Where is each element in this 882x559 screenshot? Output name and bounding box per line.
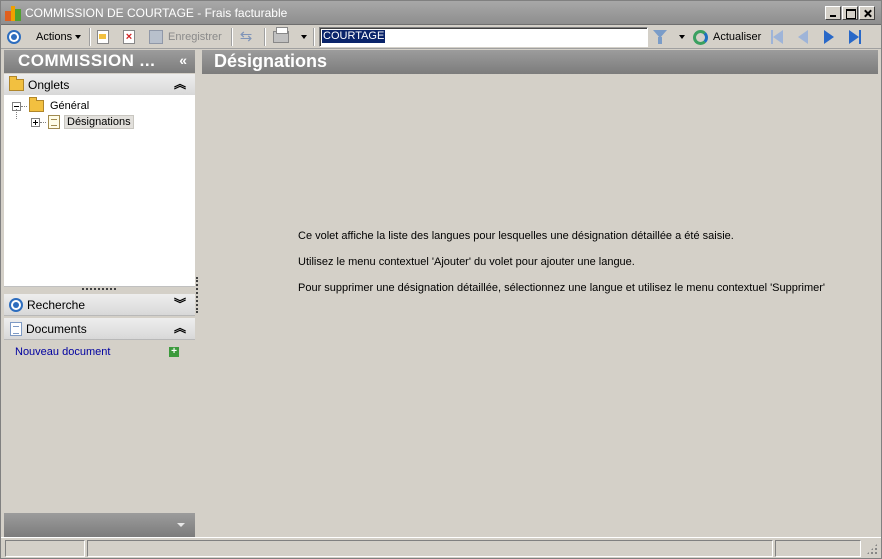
save-label: Enregistrer [168, 31, 222, 43]
first-record-button[interactable] [771, 28, 783, 46]
toolbar-separator [231, 28, 233, 46]
panel-footer[interactable] [4, 513, 195, 537]
section-recherche[interactable]: Recherche ︾ [4, 294, 195, 316]
panel-splitter[interactable] [4, 287, 195, 293]
window-title-main: COMMISSION DE COURTAGE [25, 6, 194, 20]
arrow-right-icon [849, 30, 859, 44]
last-record-icon [859, 30, 861, 44]
vertical-splitter[interactable] [196, 277, 198, 313]
section-onglets[interactable]: Onglets ︽ [4, 74, 195, 96]
printer-icon [273, 27, 289, 43]
circle-menu-icon [7, 30, 21, 44]
folder-icon [9, 75, 24, 91]
info-line: Utilisez le menu contextuel 'Ajouter' du… [298, 256, 635, 268]
tree-connector [16, 109, 17, 119]
actions-menu-label: Actions [36, 31, 73, 43]
sync-icon: ⇆ [239, 28, 253, 45]
status-cell [5, 540, 85, 557]
maximize-button[interactable] [842, 6, 858, 20]
section-documents[interactable]: Documents ︽ [4, 318, 195, 340]
document-icon [10, 321, 22, 336]
filter-options-button[interactable] [676, 28, 685, 46]
collapse-section-icon[interactable]: ︽ [174, 77, 186, 91]
refresh-button[interactable]: Actualiser [693, 28, 761, 46]
window-controls [825, 6, 875, 20]
section-recherche-label: Recherche [27, 297, 86, 312]
app-logo-icon [5, 6, 21, 21]
title-bar[interactable]: COMMISSION DE COURTAGE - Frais facturabl… [1, 1, 881, 25]
new-document-icon [97, 30, 109, 44]
status-cell [87, 540, 773, 557]
toolbar-separator [89, 28, 91, 46]
refresh-label: Actualiser [713, 31, 762, 43]
page-icon [48, 115, 60, 129]
tree-connector [40, 121, 46, 123]
window-title: COMMISSION DE COURTAGE - Frais facturabl… [25, 6, 287, 20]
next-record-button[interactable] [824, 28, 834, 46]
filter-funnel-icon [653, 30, 667, 44]
toolbar-separator [264, 28, 266, 46]
new-document-link[interactable]: Nouveau document [15, 346, 110, 358]
resize-grip-icon[interactable] [866, 543, 878, 555]
main-toolbar: Actions × Enregistrer ⇆ COURTAGE Actuali… [1, 25, 881, 49]
tree-node-label: Général [50, 100, 90, 112]
chevron-down-icon [75, 35, 82, 39]
save-button[interactable]: Enregistrer [149, 28, 222, 46]
search-icon [9, 297, 23, 312]
navigation-panel: COMMISSION ... « Onglets ︽ Général Désig… [4, 50, 195, 537]
filter-button[interactable] [653, 28, 667, 46]
panel-header: COMMISSION ... « [4, 50, 195, 73]
last-record-button[interactable] [849, 28, 861, 46]
collapse-panel-button[interactable]: « [179, 52, 187, 68]
window-title-sub: Frais facturable [204, 6, 288, 20]
tree-node-general[interactable]: Général [12, 97, 91, 114]
status-cell [775, 540, 861, 557]
search-input-value: COURTAGE [322, 30, 386, 43]
expand-section-icon[interactable]: ︾ [174, 297, 186, 311]
info-line: Pour supprimer une désignation détaillée… [298, 282, 826, 294]
tree-node-label: Désignations [64, 115, 134, 129]
previous-record-button[interactable] [798, 28, 808, 46]
splitter-grip-icon [82, 288, 116, 290]
content-header: Désignations [202, 50, 878, 74]
panel-title: COMMISSION ... [18, 51, 156, 70]
tabs-tree: Général Désignations [4, 95, 195, 287]
refresh-icon [693, 29, 708, 45]
content-title: Désignations [214, 51, 328, 71]
search-input[interactable]: COURTAGE [319, 27, 648, 47]
arrow-left-icon [798, 30, 808, 44]
app-window: COMMISSION DE COURTAGE - Frais facturabl… [0, 0, 882, 559]
add-icon[interactable]: + [169, 347, 179, 357]
print-options-button[interactable] [298, 28, 307, 46]
collapse-section-icon[interactable]: ︽ [174, 321, 186, 335]
save-icon [149, 30, 163, 44]
toolbar-separator [313, 28, 315, 46]
chevron-down-icon [177, 523, 185, 527]
arrow-right-icon [824, 30, 834, 44]
delete-document-icon: × [123, 30, 135, 44]
status-bar [1, 537, 881, 558]
print-button[interactable] [273, 27, 289, 46]
chevron-down-icon [679, 35, 685, 39]
arrow-left-icon [773, 30, 783, 44]
window-title-separator: - [197, 6, 202, 20]
minimize-button[interactable] [825, 6, 841, 20]
tree-node-designations[interactable]: Désignations [31, 114, 134, 130]
chevron-down-icon [301, 35, 307, 39]
folder-open-icon [29, 97, 44, 112]
new-button[interactable] [97, 28, 109, 46]
section-documents-label: Documents [26, 321, 87, 336]
sync-button[interactable]: ⇆ [238, 28, 254, 46]
actions-menu-button[interactable]: Actions [36, 28, 82, 46]
delete-button[interactable]: × [123, 28, 135, 46]
menu-ring-button[interactable] [7, 28, 21, 46]
content-area: Ce volet affiche la liste des langues po… [202, 74, 878, 537]
info-line: Ce volet affiche la liste des langues po… [298, 230, 734, 242]
expand-node-icon[interactable] [31, 117, 40, 127]
tree-connector [21, 105, 27, 107]
close-button[interactable] [859, 6, 875, 20]
section-onglets-label: Onglets [28, 77, 70, 92]
